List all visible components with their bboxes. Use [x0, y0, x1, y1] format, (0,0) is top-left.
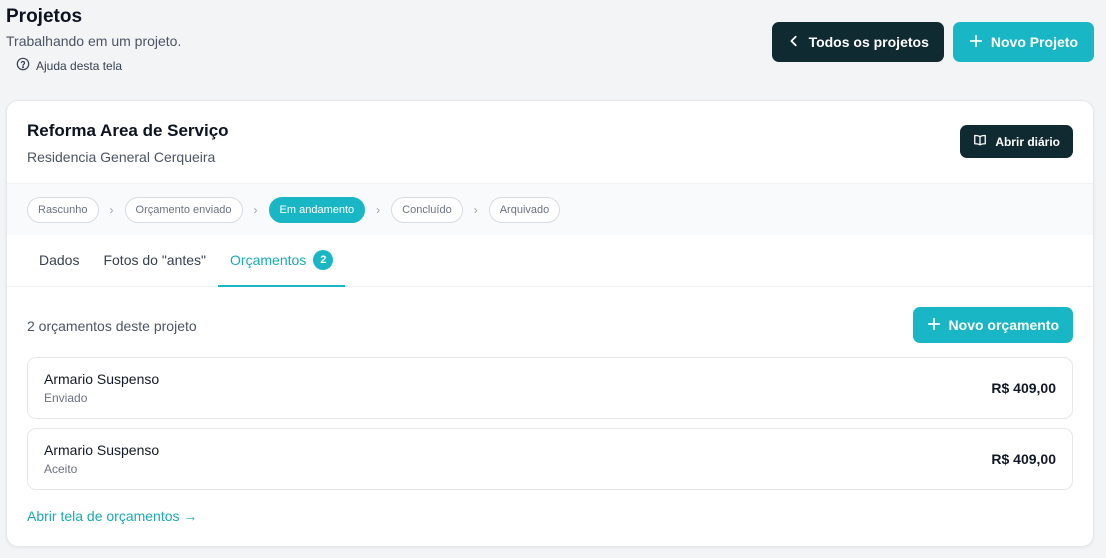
status-step-arquivado[interactable]: Arquivado: [488, 196, 561, 223]
new-budget-label: Novo orçamento: [948, 317, 1059, 333]
open-budgets-link[interactable]: Abrir tela de orçamentos →: [27, 508, 197, 524]
tab-label: Dados: [39, 252, 80, 268]
budget-value: R$ 409,00: [991, 380, 1056, 396]
chevron-right-icon: ›: [376, 202, 381, 217]
status-step-concluido[interactable]: Concluído: [391, 196, 463, 223]
budget-name: Armario Suspenso: [44, 442, 160, 458]
plus-icon: [927, 317, 941, 334]
budget-status: Enviado: [44, 391, 88, 405]
tab-label: Orçamentos: [230, 252, 307, 268]
budget-value: R$ 409,00: [991, 451, 1056, 467]
project-tabs: Dados Fotos do "antes" Orçamentos 2: [7, 235, 1093, 287]
tab-label: Fotos do "antes": [103, 252, 207, 268]
new-budget-button[interactable]: Novo orçamento: [912, 307, 1073, 343]
budget-info: Armario Suspenso Enviado: [44, 371, 159, 405]
book-open-icon: [973, 133, 987, 150]
chevron-right-icon: ›: [109, 202, 114, 217]
budget-status: Aceito: [44, 462, 78, 476]
budget-info: Armario Suspenso Aceito: [44, 442, 159, 476]
plus-icon: [969, 34, 983, 51]
header-actions: Todos os projetos Novo Projeto: [771, 22, 1094, 62]
project-card-header: Reforma Area de Serviço Residencia Gener…: [7, 101, 1093, 183]
page-subtitle: Trabalhando em um projeto.: [6, 33, 182, 49]
status-step-orcamento-enviado[interactable]: Orçamento enviado: [124, 196, 243, 223]
help-link[interactable]: Ajuda desta tela: [16, 57, 181, 74]
help-circle-icon: [16, 57, 30, 74]
open-diary-label: Abrir diário: [995, 134, 1060, 149]
list-item[interactable]: Armario Suspenso Aceito R$ 409,00: [27, 428, 1073, 490]
new-project-label: Novo Projeto: [990, 34, 1078, 50]
status-step-rascunho[interactable]: Rascunho: [27, 196, 99, 223]
open-diary-button[interactable]: Abrir diário: [960, 125, 1073, 158]
project-name: Reforma Area de Serviço: [27, 121, 229, 140]
budget-name: Armario Suspenso: [44, 371, 160, 387]
budgets-section: 2 orçamentos deste projeto Novo orçament…: [7, 287, 1093, 526]
all-projects-button[interactable]: Todos os projetos: [771, 22, 944, 62]
project-client: Residencia General Cerqueira: [27, 149, 216, 165]
budget-list: Armario Suspenso Enviado R$ 409,00 Armar…: [27, 357, 1073, 490]
status-stepper: Rascunho › Orçamento enviado › Em andame…: [7, 183, 1093, 235]
tab-dados[interactable]: Dados: [27, 234, 91, 286]
help-link-label: Ajuda desta tela: [36, 58, 123, 73]
tab-fotos-antes[interactable]: Fotos do "antes": [91, 234, 218, 286]
new-project-button[interactable]: Novo Projeto: [952, 22, 1094, 62]
project-card: Reforma Area de Serviço Residencia Gener…: [6, 100, 1094, 547]
status-step-em-andamento[interactable]: Em andamento: [268, 196, 366, 223]
page-header: Projetos Trabalhando em um projeto. Ajud…: [6, 6, 181, 74]
page-title: Projetos: [6, 6, 83, 27]
tab-count-badge: 2: [313, 250, 334, 270]
chevron-right-icon: ›: [253, 202, 258, 217]
chevron-left-icon: [787, 34, 801, 51]
list-item[interactable]: Armario Suspenso Enviado R$ 409,00: [27, 357, 1073, 419]
chevron-right-icon: ›: [473, 202, 478, 217]
tab-orcamentos[interactable]: Orçamentos 2: [218, 234, 346, 287]
all-projects-label: Todos os projetos: [808, 34, 929, 50]
